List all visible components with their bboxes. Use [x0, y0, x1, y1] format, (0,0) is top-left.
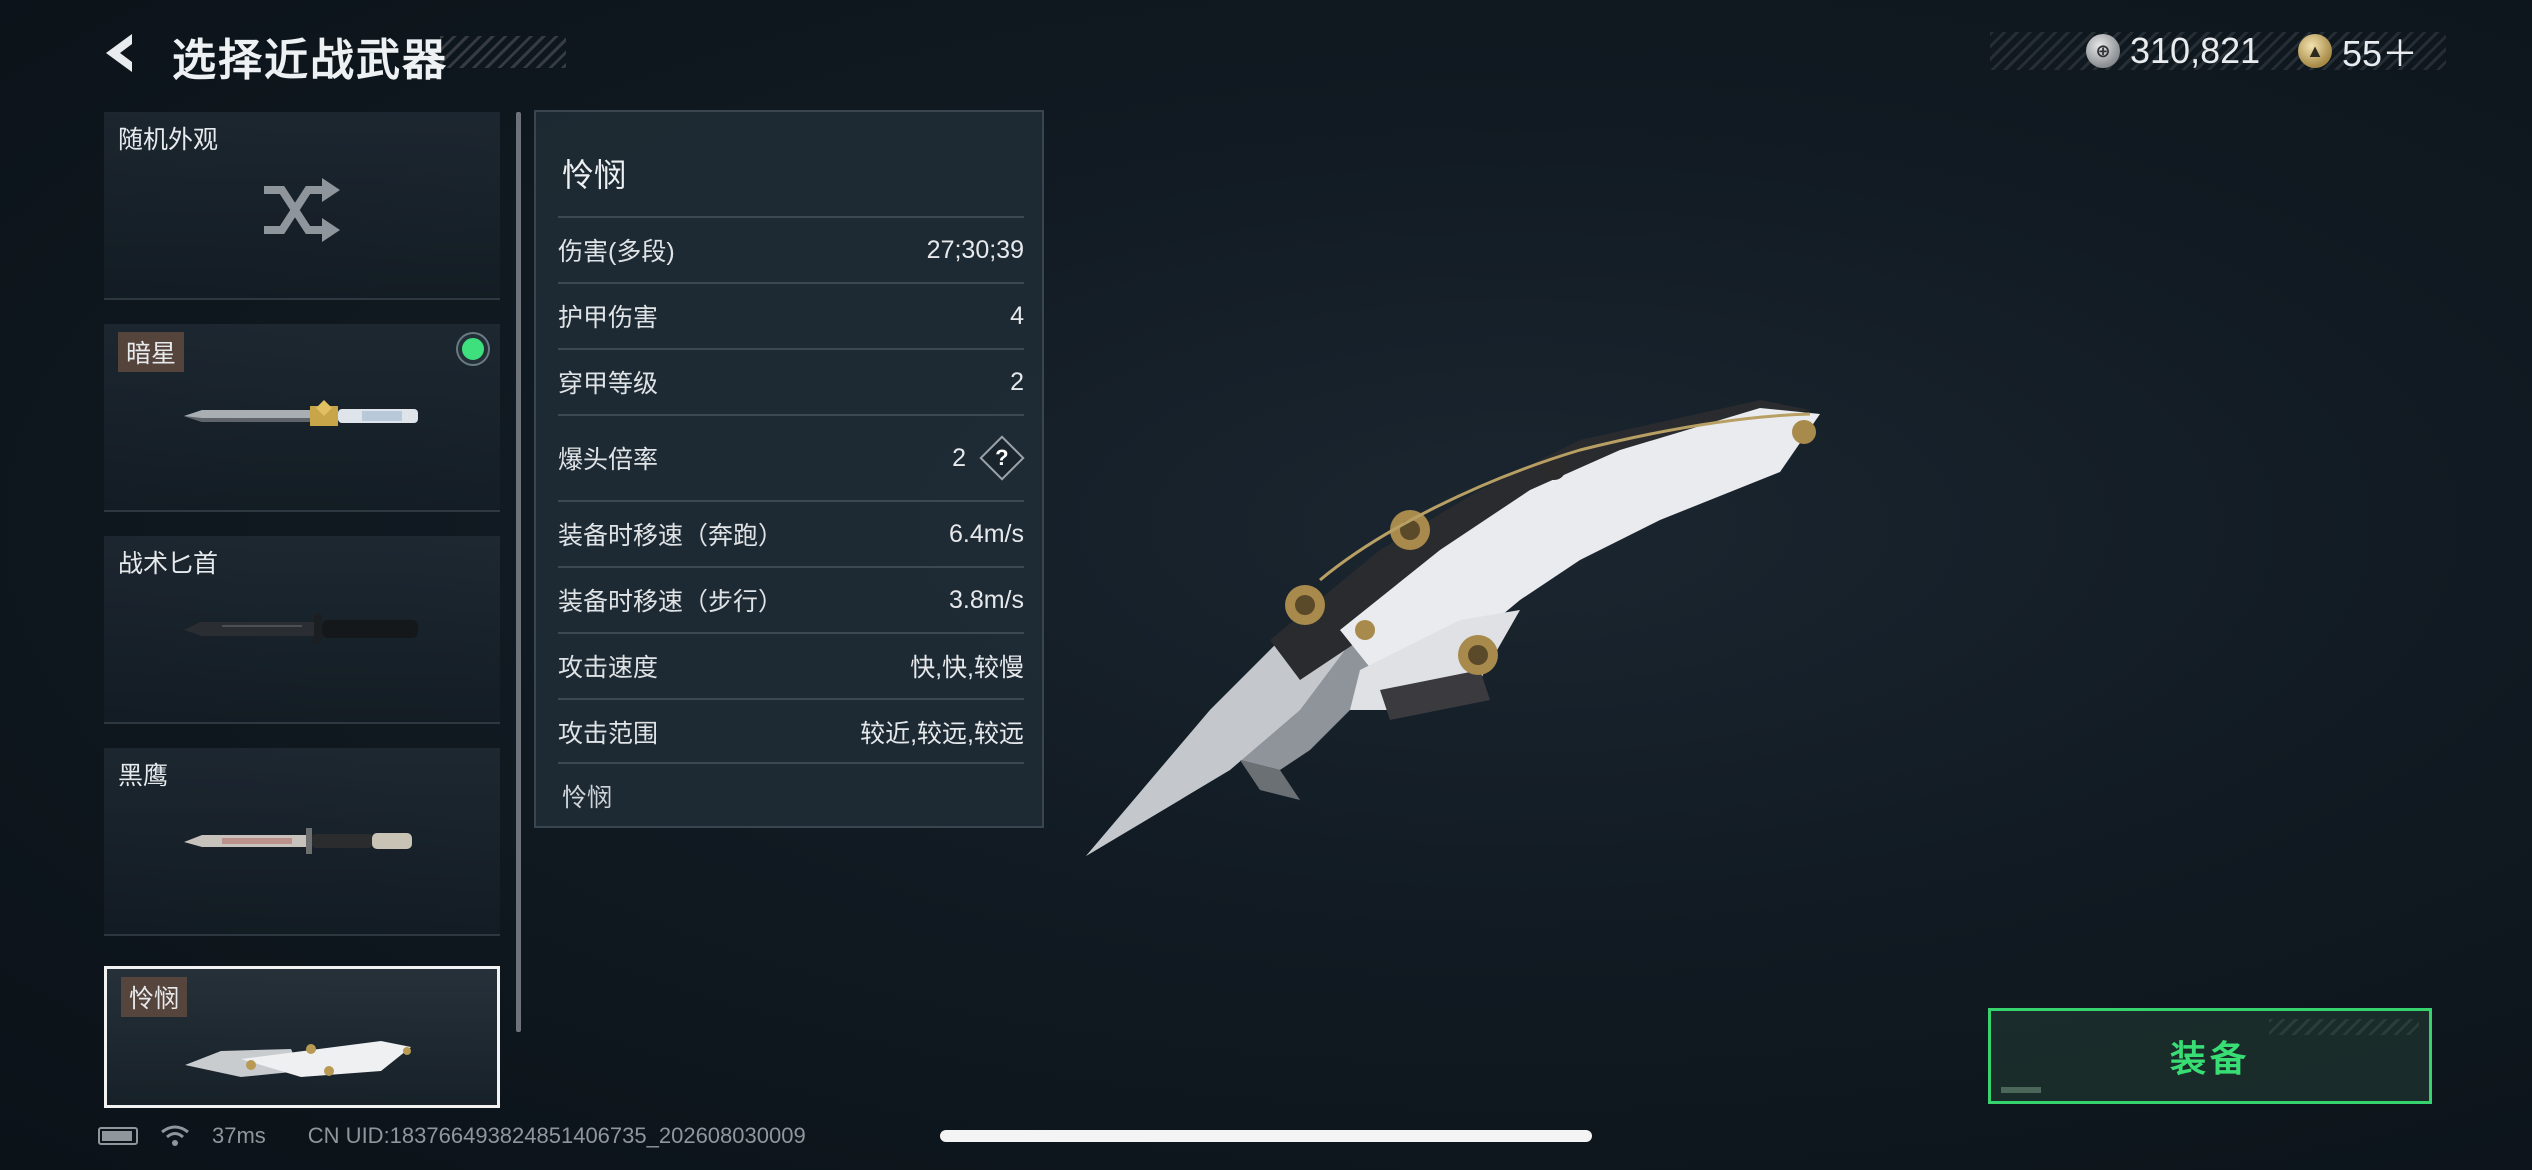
token-icon: ▲ — [2298, 34, 2332, 68]
weapon-card-anxing[interactable]: 暗星 — [104, 324, 500, 512]
list-scrollbar[interactable] — [516, 112, 521, 1032]
weapon-card-random[interactable]: 随机外观 — [104, 112, 500, 300]
stat-label: 伤害(多段) — [558, 238, 675, 266]
equipped-indicator — [458, 334, 488, 364]
coin-icon: ⊕ — [2086, 34, 2120, 68]
back-button[interactable] — [98, 28, 148, 78]
stat-row-damage: 伤害(多段) 27;30;39 — [558, 216, 1024, 282]
stat-value: 2 — [1010, 367, 1024, 396]
stat-label: 攻击速度 — [558, 654, 659, 682]
status-bar: 37ms CN UID:18376649382485140673​5_20260… — [98, 1118, 806, 1154]
stat-value: 较近,较远,较远 — [860, 720, 1024, 748]
stat-value: 6.4m/s — [948, 519, 1024, 548]
weapon-preview-image — [1086, 400, 1820, 856]
stats-panel: 怜悯 伤害(多段) 27;30;39 护甲伤害 4 穿甲等级 2 爆头倍率 2 … — [534, 110, 1044, 828]
page-title: 选择近战武器 — [172, 36, 448, 85]
stat-value: 27;30;39 — [926, 235, 1024, 264]
ping-value: 37ms — [212, 1123, 266, 1148]
weapon-card-label: 战术匕首 — [118, 550, 219, 578]
stat-label: 装备时移速（奔跑） — [558, 522, 784, 550]
stat-value: 3.8m/s — [948, 585, 1024, 614]
weapon-card-tactical-dagger[interactable]: 战术匕首 — [104, 536, 500, 724]
panel-title: 怜悯 — [562, 157, 627, 193]
help-icon[interactable]: ? — [979, 435, 1025, 481]
stat-row-attack-speed: 攻击速度 快,快,较慢 — [558, 632, 1024, 698]
stat-label: 装备时移速（步行） — [558, 588, 784, 616]
stat-divider — [558, 762, 1024, 766]
weapon-card-label: 怜悯 — [121, 977, 188, 1017]
weapon-card-black-hawk[interactable]: 黑鹰 — [104, 748, 500, 936]
knife-thumbnail — [185, 1041, 411, 1077]
battery-icon — [98, 1127, 138, 1145]
stat-label: 护甲伤害 — [558, 304, 659, 332]
stat-row-penetration: 穿甲等级 2 — [558, 348, 1024, 414]
stat-row-headshot: 爆头倍率 2 ? — [558, 414, 1025, 500]
stat-row-attack-range: 攻击范围 较近,较远,较远 — [558, 698, 1024, 764]
coin-balance: ⊕ 310,821 — [2086, 30, 2261, 71]
home-indicator[interactable] — [940, 1130, 1592, 1142]
stat-label: 穿甲等级 — [558, 370, 659, 398]
weapon-card-label: 随机外观 — [118, 126, 219, 154]
chevron-left-icon — [106, 34, 132, 72]
knife-thumbnail — [184, 400, 418, 426]
button-decoration — [2001, 1087, 2041, 1093]
token-value: 55＋ — [2342, 33, 2419, 74]
stat-value: 4 — [1010, 301, 1024, 330]
equip-button-label: 装备 — [2169, 1038, 2250, 1079]
coin-value: 310,821 — [2130, 30, 2261, 71]
stat-row-walk-speed: 装备时移速（步行） 3.8m/s — [558, 566, 1024, 632]
stat-value: 快,快,较慢 — [910, 654, 1024, 682]
stat-row-armor-damage: 护甲伤害 4 — [558, 282, 1024, 348]
equip-button[interactable]: 装备 — [1988, 1008, 2432, 1104]
stat-label: 攻击范围 — [558, 720, 659, 748]
weapon-description: 怜悯 — [562, 784, 613, 812]
shuffle-icon — [264, 178, 340, 242]
uid-text: CN UID:18376649382485140673​5_2026080300… — [307, 1123, 806, 1148]
weapon-card-mercy[interactable]: 怜悯 — [104, 966, 500, 1108]
wifi-icon — [161, 1125, 189, 1146]
weapon-card-label: 暗星 — [118, 332, 185, 372]
knife-thumbnail — [184, 614, 418, 644]
currency-bar: ⊕ 310,821 ▲ 55＋ — [1990, 30, 2446, 74]
stat-row-run-speed: 装备时移速（奔跑） 6.4m/s — [558, 500, 1024, 566]
weapon-card-label: 黑鹰 — [118, 762, 169, 790]
token-balance: ▲ 55＋ — [2298, 32, 2418, 74]
button-decoration — [2269, 1019, 2419, 1035]
stat-value: 2 — [952, 443, 966, 472]
knife-thumbnail — [184, 828, 412, 854]
title-decoration — [440, 36, 566, 68]
stat-label: 爆头倍率 — [558, 446, 659, 474]
